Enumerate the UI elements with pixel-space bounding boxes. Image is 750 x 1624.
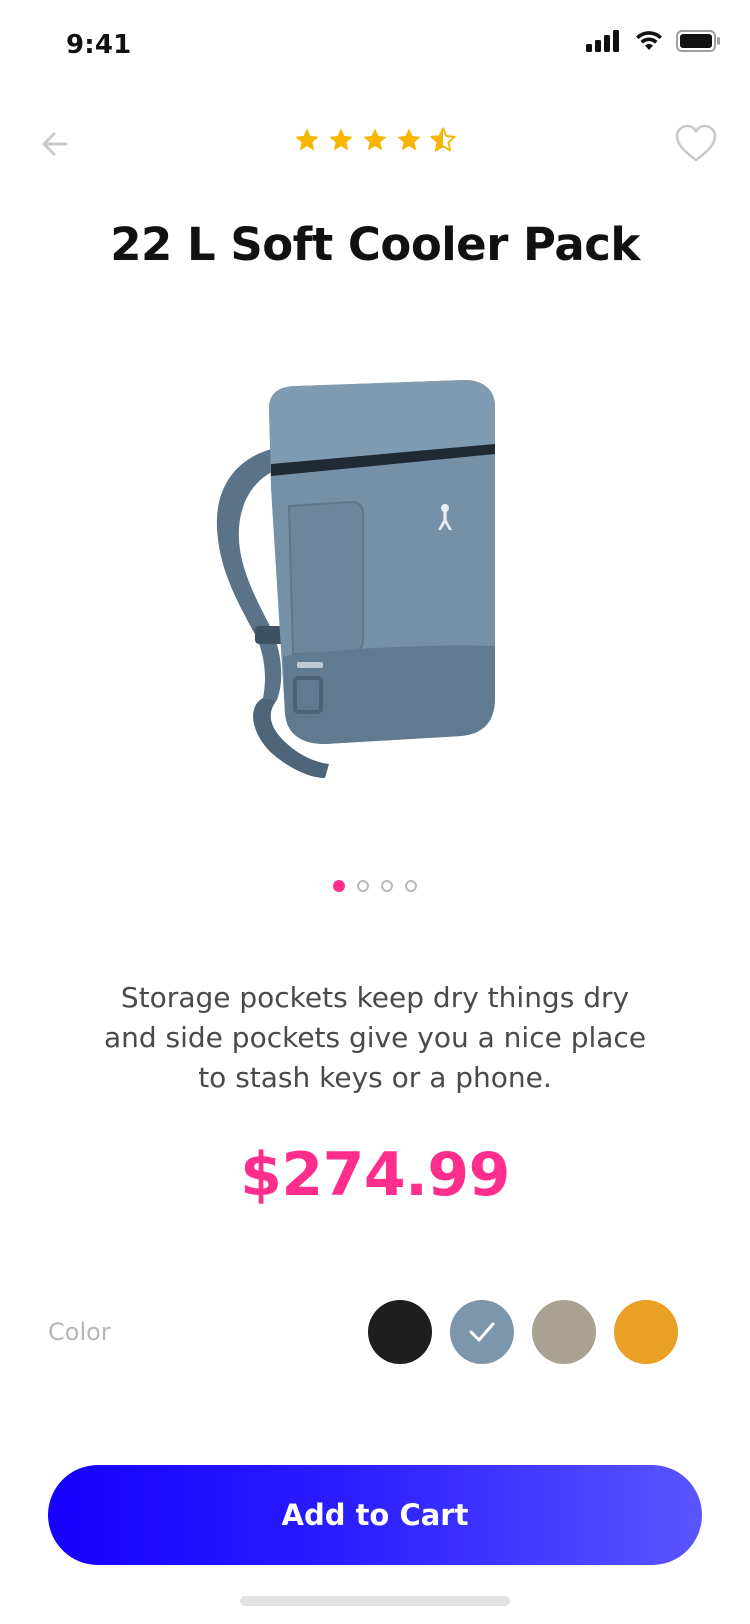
checkmark-icon [469,1322,495,1342]
home-indicator [240,1596,510,1606]
pager-dot[interactable] [357,880,369,892]
star-full-icon [397,128,421,151]
add-to-cart-button[interactable]: Add to Cart [48,1465,702,1565]
image-pager [0,880,750,892]
pager-dot[interactable] [381,880,393,892]
color-selector: Color [48,1300,678,1364]
star-rating [0,126,750,154]
product-price: $274.99 [240,1140,510,1210]
color-swatch-blue-gray[interactable] [450,1300,514,1364]
color-label: Color [48,1318,111,1346]
pager-dot-active[interactable] [333,880,345,892]
status-bar: 9:41 [0,0,750,90]
color-swatch-taupe[interactable] [532,1300,596,1364]
product-description: Storage pockets keep dry things dry and … [103,981,647,1094]
heart-outline-icon [675,124,717,162]
star-full-icon [329,128,353,151]
star-full-icon [363,128,387,151]
wifi-icon [636,31,662,50]
color-swatch-black[interactable] [368,1300,432,1364]
status-time: 9:41 [66,30,132,60]
product-header [0,110,750,180]
battery-icon [676,30,720,52]
favorite-button[interactable] [672,120,720,168]
star-full-icon [295,128,319,151]
signal-icon [586,30,619,52]
backpack-cooler-image [216,380,495,778]
color-swatch-amber[interactable] [614,1300,678,1364]
color-swatches [368,1300,678,1364]
star-half-icon [430,127,456,152]
pager-dot[interactable] [405,880,417,892]
product-title: 22 L Soft Cooler Pack [110,218,640,271]
status-icons [586,30,722,52]
